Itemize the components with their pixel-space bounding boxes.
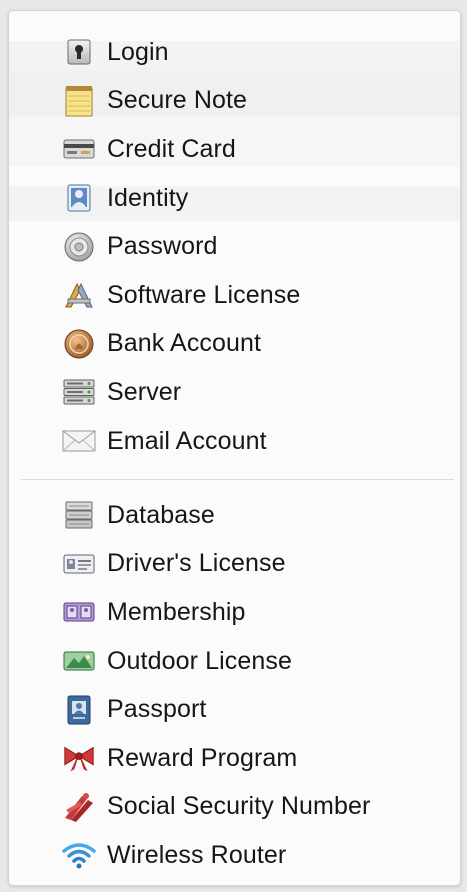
menu-item-label: Passport — [107, 695, 207, 724]
envelope-icon — [62, 424, 96, 458]
menu-item-drivers-license[interactable]: Driver's License — [9, 540, 460, 589]
wifi-icon — [62, 838, 96, 872]
menu-item-label: Server — [107, 377, 182, 406]
bank-coin-icon — [62, 327, 96, 361]
menu-item-secure-note[interactable]: Secure Note — [9, 77, 460, 126]
menu-item-label: Login — [107, 37, 169, 66]
menu-item-outdoor-license[interactable]: Outdoor License — [9, 637, 460, 686]
menu-item-server[interactable]: Server — [9, 368, 460, 417]
passport-icon — [62, 693, 96, 727]
menu-item-label: Outdoor License — [107, 646, 292, 675]
menu-item-label: Membership — [107, 597, 246, 626]
menu-separator — [21, 479, 454, 480]
menu-item-passport[interactable]: Passport — [9, 685, 460, 734]
menu-item-label: Database — [107, 500, 215, 529]
keyhole-icon — [62, 35, 96, 69]
menu-group-secondary: Database Driver's License Membership Out… — [9, 491, 460, 880]
password-dial-icon — [62, 230, 96, 264]
menu-item-label: Secure Note — [107, 86, 248, 115]
menu-item-label: Reward Program — [107, 743, 298, 772]
menu-item-credit-card[interactable]: Credit Card — [9, 125, 460, 174]
menu-group-primary: Login Secure Note Credit Card Identity P… — [9, 28, 460, 465]
drivers-license-icon — [62, 547, 96, 581]
credit-card-icon — [62, 132, 96, 166]
menu-item-bank-account[interactable]: Bank Account — [9, 320, 460, 369]
menu-item-software-license[interactable]: Software License — [9, 271, 460, 320]
menu-item-label: Identity — [107, 183, 189, 212]
eagle-icon — [62, 790, 96, 824]
membership-card-icon — [62, 595, 96, 629]
menu-item-wireless-router[interactable]: Wireless Router — [9, 831, 460, 880]
menu-item-label: Driver's License — [107, 549, 286, 578]
menu-item-label: Credit Card — [107, 134, 236, 163]
menu-item-label: Software License — [107, 280, 301, 309]
menu-item-password[interactable]: Password — [9, 222, 460, 271]
menu-item-reward-program[interactable]: Reward Program — [9, 734, 460, 783]
app-store-icon — [62, 278, 96, 312]
menu-item-label: Email Account — [107, 426, 267, 455]
notepad-icon — [62, 84, 96, 118]
bow-ribbon-icon — [62, 741, 96, 775]
menu-item-label: Password — [107, 232, 218, 261]
server-icon — [62, 375, 96, 409]
menu-item-membership[interactable]: Membership — [9, 588, 460, 637]
outdoor-license-icon — [62, 644, 96, 678]
menu-item-social-security-number[interactable]: Social Security Number — [9, 783, 460, 832]
menu-item-label: Social Security Number — [107, 792, 371, 821]
menu-item-email-account[interactable]: Email Account — [9, 417, 460, 466]
menu-item-label: Bank Account — [107, 329, 262, 358]
database-icon — [62, 498, 96, 532]
menu-item-identity[interactable]: Identity — [9, 174, 460, 223]
item-type-menu: Login Secure Note Credit Card Identity P… — [8, 10, 461, 886]
menu-item-database[interactable]: Database — [9, 491, 460, 540]
menu-item-login[interactable]: Login — [9, 28, 460, 77]
menu-item-label: Wireless Router — [107, 840, 287, 869]
identity-icon — [62, 181, 96, 215]
